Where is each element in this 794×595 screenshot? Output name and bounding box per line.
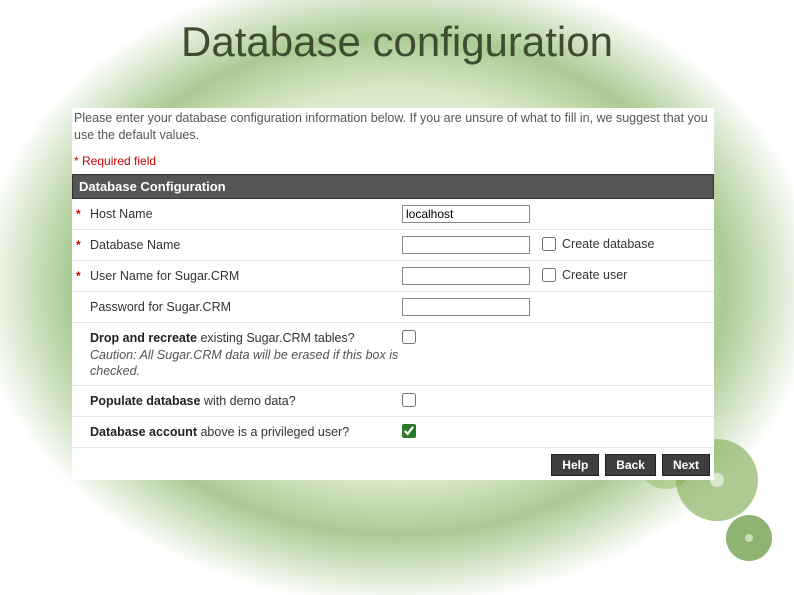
label-create-database: Create database: [562, 237, 654, 251]
label-user-name: User Name for Sugar.CRM: [90, 267, 402, 283]
help-button[interactable]: Help: [551, 454, 599, 476]
input-database-name[interactable]: [402, 236, 530, 254]
row-priv-user: Database account above is a privileged u…: [72, 417, 714, 448]
row-host-name: * Host Name: [72, 199, 714, 230]
label-drop-tables: Drop and recreate existing Sugar.CRM tab…: [90, 329, 402, 380]
page-title: Database configuration: [0, 18, 794, 66]
label-demo-data: Populate database with demo data?: [90, 392, 402, 408]
intro-text: Please enter your database configuration…: [72, 108, 714, 150]
input-host-name[interactable]: [402, 205, 530, 223]
label-database-name: Database Name: [90, 236, 402, 252]
checkbox-demo-data[interactable]: [402, 393, 416, 407]
checkbox-create-user[interactable]: [542, 268, 556, 282]
row-password: Password for Sugar.CRM: [72, 292, 714, 323]
label-priv-user-rest: above is a privileged user?: [197, 425, 349, 439]
required-field-note: * Required field: [72, 150, 714, 174]
section-header: Database Configuration: [72, 174, 714, 199]
row-database-name: * Database Name Create database: [72, 230, 714, 261]
checkbox-priv-user[interactable]: [402, 424, 416, 438]
required-asterisk: *: [76, 205, 90, 221]
label-priv-user-bold: Database account: [90, 425, 197, 439]
label-host-name: Host Name: [90, 205, 402, 221]
footer-buttons: Help Back Next: [72, 448, 714, 480]
label-demo-data-rest: with demo data?: [200, 394, 295, 408]
required-asterisk: *: [76, 267, 90, 283]
row-demo-data: Populate database with demo data?: [72, 386, 714, 417]
required-asterisk: *: [76, 236, 90, 252]
input-user-name[interactable]: [402, 267, 530, 285]
label-drop-tables-bold: Drop and recreate: [90, 331, 197, 345]
input-password[interactable]: [402, 298, 530, 316]
required-asterisk: [76, 392, 90, 394]
row-user-name: * User Name for Sugar.CRM Create user: [72, 261, 714, 292]
label-priv-user: Database account above is a privileged u…: [90, 423, 402, 439]
label-create-user: Create user: [562, 268, 627, 282]
create-database-option: Create database: [542, 236, 654, 251]
required-asterisk: [76, 329, 90, 331]
config-panel: Please enter your database configuration…: [72, 108, 714, 480]
label-drop-tables-rest: existing Sugar.CRM tables?: [197, 331, 355, 345]
create-user-option: Create user: [542, 267, 627, 282]
label-password: Password for Sugar.CRM: [90, 298, 402, 314]
row-drop-tables: Drop and recreate existing Sugar.CRM tab…: [72, 323, 714, 387]
back-button[interactable]: Back: [605, 454, 656, 476]
checkbox-drop-tables[interactable]: [402, 330, 416, 344]
required-asterisk: [76, 298, 90, 300]
caution-drop-tables: Caution: All Sugar.CRM data will be eras…: [90, 347, 402, 380]
next-button[interactable]: Next: [662, 454, 710, 476]
checkbox-create-database[interactable]: [542, 237, 556, 251]
label-demo-data-bold: Populate database: [90, 394, 200, 408]
required-asterisk: [76, 423, 90, 425]
